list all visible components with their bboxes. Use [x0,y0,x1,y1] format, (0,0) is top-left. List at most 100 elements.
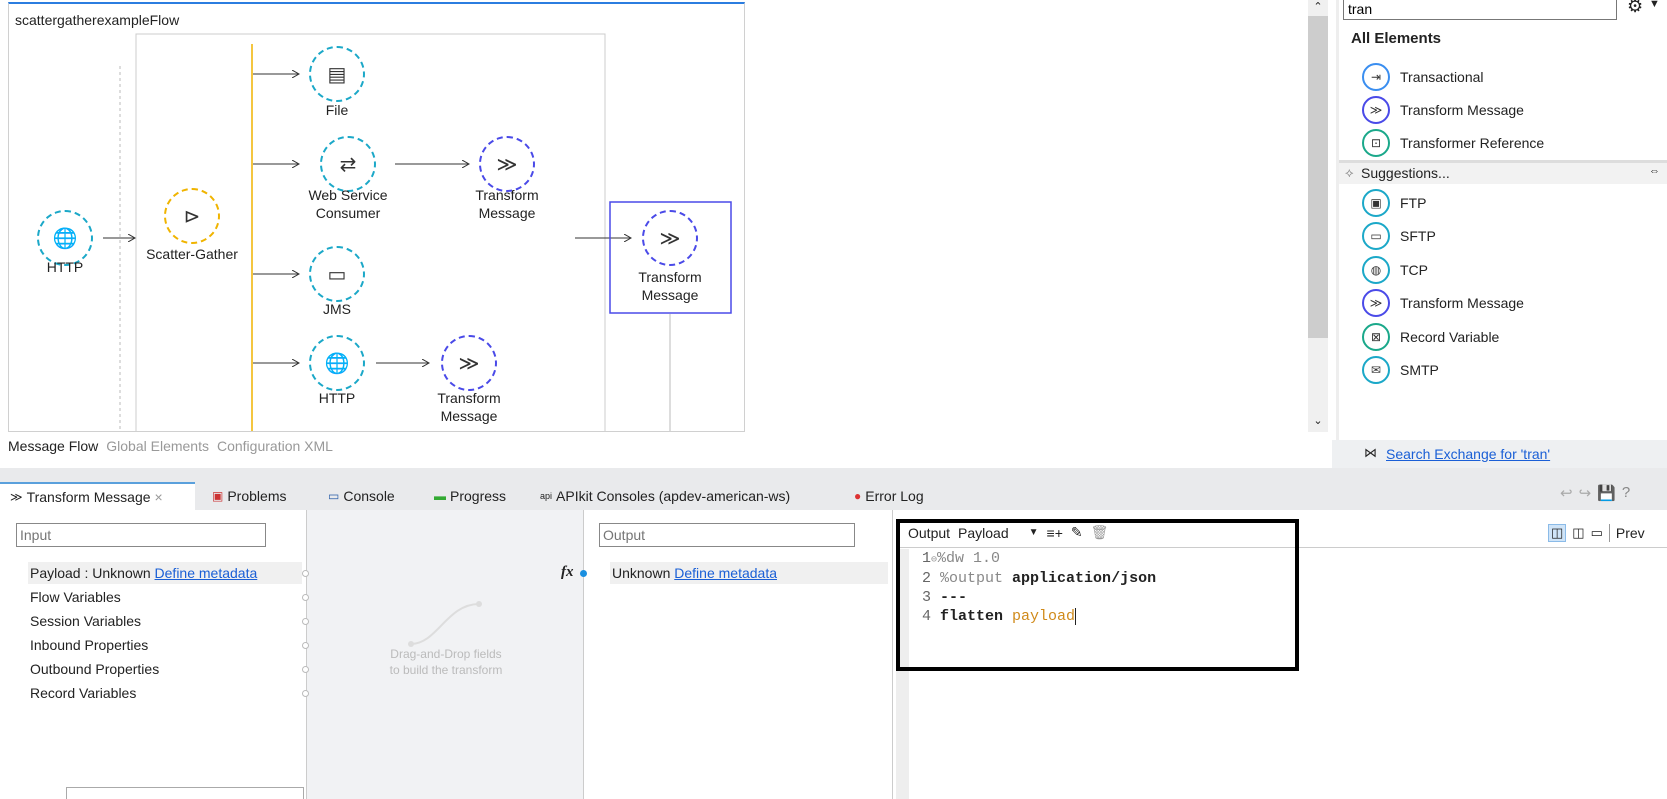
tab-problems[interactable]: ▣ Problems [212,482,286,510]
input-bottom-field[interactable] [66,787,304,799]
suggestions-header[interactable]: ⟡ Suggestions... ⇔ [1339,160,1667,184]
node-label: Transform [638,269,702,285]
save-icon[interactable]: 💾 [1597,484,1616,502]
output-connector-dot[interactable] [580,570,587,577]
close-icon[interactable]: × [155,489,163,505]
transform-message-node[interactable]: ≫ [441,335,497,391]
tab-message-flow[interactable]: Message Flow [8,438,98,454]
globe-icon: 🌐 [324,352,350,375]
fx-function-icon[interactable]: fx [561,564,574,581]
single-view-icon[interactable]: ▭ [1591,525,1603,541]
preview-button[interactable]: Prev [1616,525,1645,541]
palette-item-record-variable[interactable]: ⊠ Record Variable [1362,323,1499,351]
output-type: Unknown [612,565,671,581]
output-search-field[interactable] [599,523,855,547]
transactional-icon: ⇥ [1362,63,1390,91]
transform-icon: ≫ [10,490,23,504]
item-label: TCP [1400,262,1428,278]
hint-line: to build the transform [389,663,503,677]
scroll-down-icon[interactable]: ⌄ [1308,414,1328,427]
console-icon: ▭ [328,489,340,503]
gear-icon[interactable]: ⚙ [1627,0,1643,17]
palette-item-transform-message[interactable]: ≫ Transform Message [1362,96,1524,124]
scrollbar-thumb[interactable] [1308,16,1328,338]
connector-dot[interactable] [302,690,309,697]
item-label: Transform Message [1400,295,1524,311]
transform-icon: ≫ [496,153,518,176]
palette-item-sftp[interactable]: ▭ SFTP [1362,222,1436,250]
payload-row[interactable]: Payload : Unknown Define metadata [30,565,257,581]
tab-apikit-consoles[interactable]: api APIkit Consoles (apdev-american-ws) [540,482,790,510]
connector-dot[interactable] [302,594,309,601]
palette-item-smtp[interactable]: ✉ SMTP [1362,356,1439,384]
back-icon[interactable]: ↩ [1560,484,1573,502]
input-item[interactable]: Session Variables [30,613,141,629]
tab-label: Transform Message [26,489,151,505]
transform-message-node-selected[interactable]: ≫ [642,210,698,266]
input-search-field[interactable] [16,523,266,547]
input-item[interactable]: Inbound Properties [30,637,148,653]
connector-dot[interactable] [302,570,309,577]
transform-icon: ≫ [458,352,480,375]
transform-icon: ≫ [1362,289,1390,317]
connector-dot[interactable] [302,666,309,673]
web-service-consumer-node[interactable]: ⇄ [320,136,376,192]
scroll-up-icon[interactable]: ⌃ [1308,0,1328,13]
connector-dot[interactable] [302,618,309,625]
connector-dot[interactable] [302,642,309,649]
tab-transform-message[interactable]: ≫ Transform Message × [0,482,195,510]
transform-icon: ≫ [1362,96,1390,124]
jms-node[interactable]: ▭ [309,246,365,302]
input-item[interactable]: Record Variables [30,685,136,701]
node-label: HTTP [46,259,84,275]
split-view-icon[interactable]: ◫ [1572,525,1584,541]
scatter-gather-node[interactable]: ⊳ [164,188,220,244]
palette-item-transformer-reference[interactable]: ⊡ Transformer Reference [1362,129,1544,157]
search-exchange-link[interactable]: Search Exchange for 'tran' [1386,446,1550,462]
file-node[interactable]: ▤ [309,46,365,102]
palette-scrollbar[interactable]: ⌃ ⌄ [1308,0,1328,432]
view-toolbar: ↩ ↪ 💾? [1560,484,1630,502]
input-item[interactable]: Outbound Properties [30,661,159,677]
palette-search-input[interactable] [1343,0,1617,20]
tab-global-elements[interactable]: Global Elements [106,438,209,454]
palette-item-ftp[interactable]: ▣ FTP [1362,189,1426,217]
item-label: FTP [1400,195,1427,211]
palette-item-transform-message[interactable]: ≫ Transform Message [1362,289,1524,317]
tab-configuration-xml[interactable]: Configuration XML [217,438,333,454]
view-mode-toolbar: ◫ ◫ ▭ Prev [1548,524,1645,542]
tab-console[interactable]: ▭ Console [328,482,395,510]
output-row[interactable]: Unknown Define metadata [612,565,777,581]
exchange-icon: ⋈ [1364,445,1377,460]
node-label: Consumer [315,205,381,221]
jms-icon: ▭ [327,263,347,286]
all-elements-heading: All Elements [1351,30,1442,47]
chevron-down-icon[interactable]: ▼ [1649,0,1660,10]
flow-canvas[interactable]: scattergatherexampleFlow 🌐 HTTP ⊳ Scatte… [8,2,745,432]
node-label: JMS [323,301,351,317]
define-metadata-link[interactable]: Define metadata [155,565,258,581]
palette-item-transactional[interactable]: ⇥ Transactional [1362,63,1484,91]
mapping-area[interactable]: Drag-and-Drop fields to build the transfo… [306,510,584,799]
define-metadata-link[interactable]: Define metadata [674,565,777,581]
item-label: Transform Message [1400,102,1524,118]
problems-icon: ▣ [212,489,224,503]
node-label: Message [440,408,498,424]
transform-message-node[interactable]: ≫ [479,136,535,192]
http-request-node[interactable]: 🌐 [309,335,365,391]
source-only-view-icon[interactable]: ◫ [1548,524,1567,542]
help-icon[interactable]: ? [1622,484,1630,502]
transform-icon: ≫ [659,227,681,250]
palette-item-tcp[interactable]: ◍ TCP [1362,256,1428,284]
tab-progress[interactable]: ▬ Progress [434,482,506,510]
smtp-icon: ✉ [1362,356,1390,384]
forward-icon[interactable]: ↪ [1579,484,1592,502]
tab-error-log[interactable]: ● Error Log [854,482,924,510]
item-label: SFTP [1400,228,1436,244]
input-item[interactable]: Flow Variables [30,589,121,605]
item-label: Transformer Reference [1400,135,1545,151]
collapse-icon[interactable]: ⇔ [1649,165,1660,177]
tab-label: APIkit Consoles (apdev-american-ws) [556,488,791,504]
suggestions-title: Suggestions... [1361,165,1450,181]
exchange-icon: ⇄ [339,153,357,176]
